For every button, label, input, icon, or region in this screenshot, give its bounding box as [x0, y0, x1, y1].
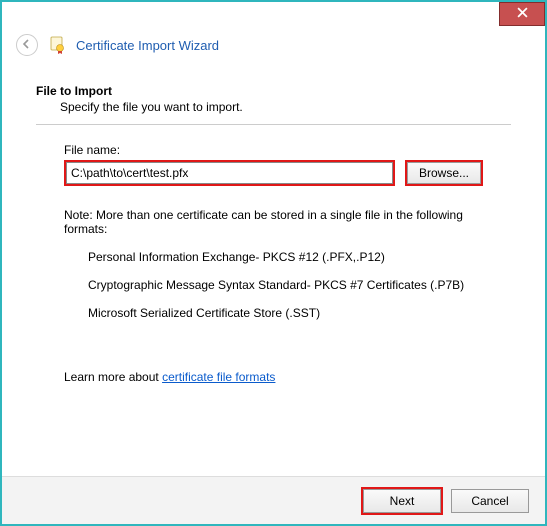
wizard-content: File to Import Specify the file you want…: [2, 66, 545, 476]
format-item: Cryptographic Message Syntax Standard- P…: [88, 278, 483, 292]
divider: [36, 124, 511, 125]
learn-link[interactable]: certificate file formats: [162, 370, 275, 384]
browse-highlight: Browse...: [405, 160, 483, 186]
file-name-input[interactable]: [66, 162, 393, 184]
file-input-highlight: [64, 160, 395, 186]
browse-button[interactable]: Browse...: [407, 162, 481, 184]
wizard-footer: Next Cancel: [2, 476, 545, 524]
format-item: Personal Information Exchange- PKCS #12 …: [88, 250, 483, 264]
file-row: Browse...: [64, 160, 483, 186]
close-icon: [517, 7, 528, 21]
note-intro: Note: More than one certificate can be s…: [64, 208, 483, 236]
learn-prefix: Learn more about: [64, 370, 162, 384]
wizard-header: Certificate Import Wizard: [2, 26, 545, 66]
back-button[interactable]: [16, 34, 38, 56]
learn-more: Learn more about certificate file format…: [64, 370, 483, 384]
next-button[interactable]: Next: [363, 489, 441, 513]
titlebar: [2, 2, 545, 26]
next-highlight: Next: [361, 487, 443, 515]
close-button[interactable]: [499, 2, 545, 26]
wizard-title: Certificate Import Wizard: [76, 38, 219, 53]
wizard-window: Certificate Import Wizard File to Import…: [0, 0, 547, 526]
file-name-label: File name:: [64, 143, 483, 157]
cancel-button[interactable]: Cancel: [451, 489, 529, 513]
certificate-icon: [48, 36, 66, 54]
note-block: Note: More than one certificate can be s…: [64, 208, 483, 320]
format-item: Microsoft Serialized Certificate Store (…: [88, 306, 483, 320]
page-subheading: Specify the file you want to import.: [60, 100, 511, 114]
back-arrow-icon: [21, 38, 33, 53]
page-heading: File to Import: [36, 84, 511, 98]
